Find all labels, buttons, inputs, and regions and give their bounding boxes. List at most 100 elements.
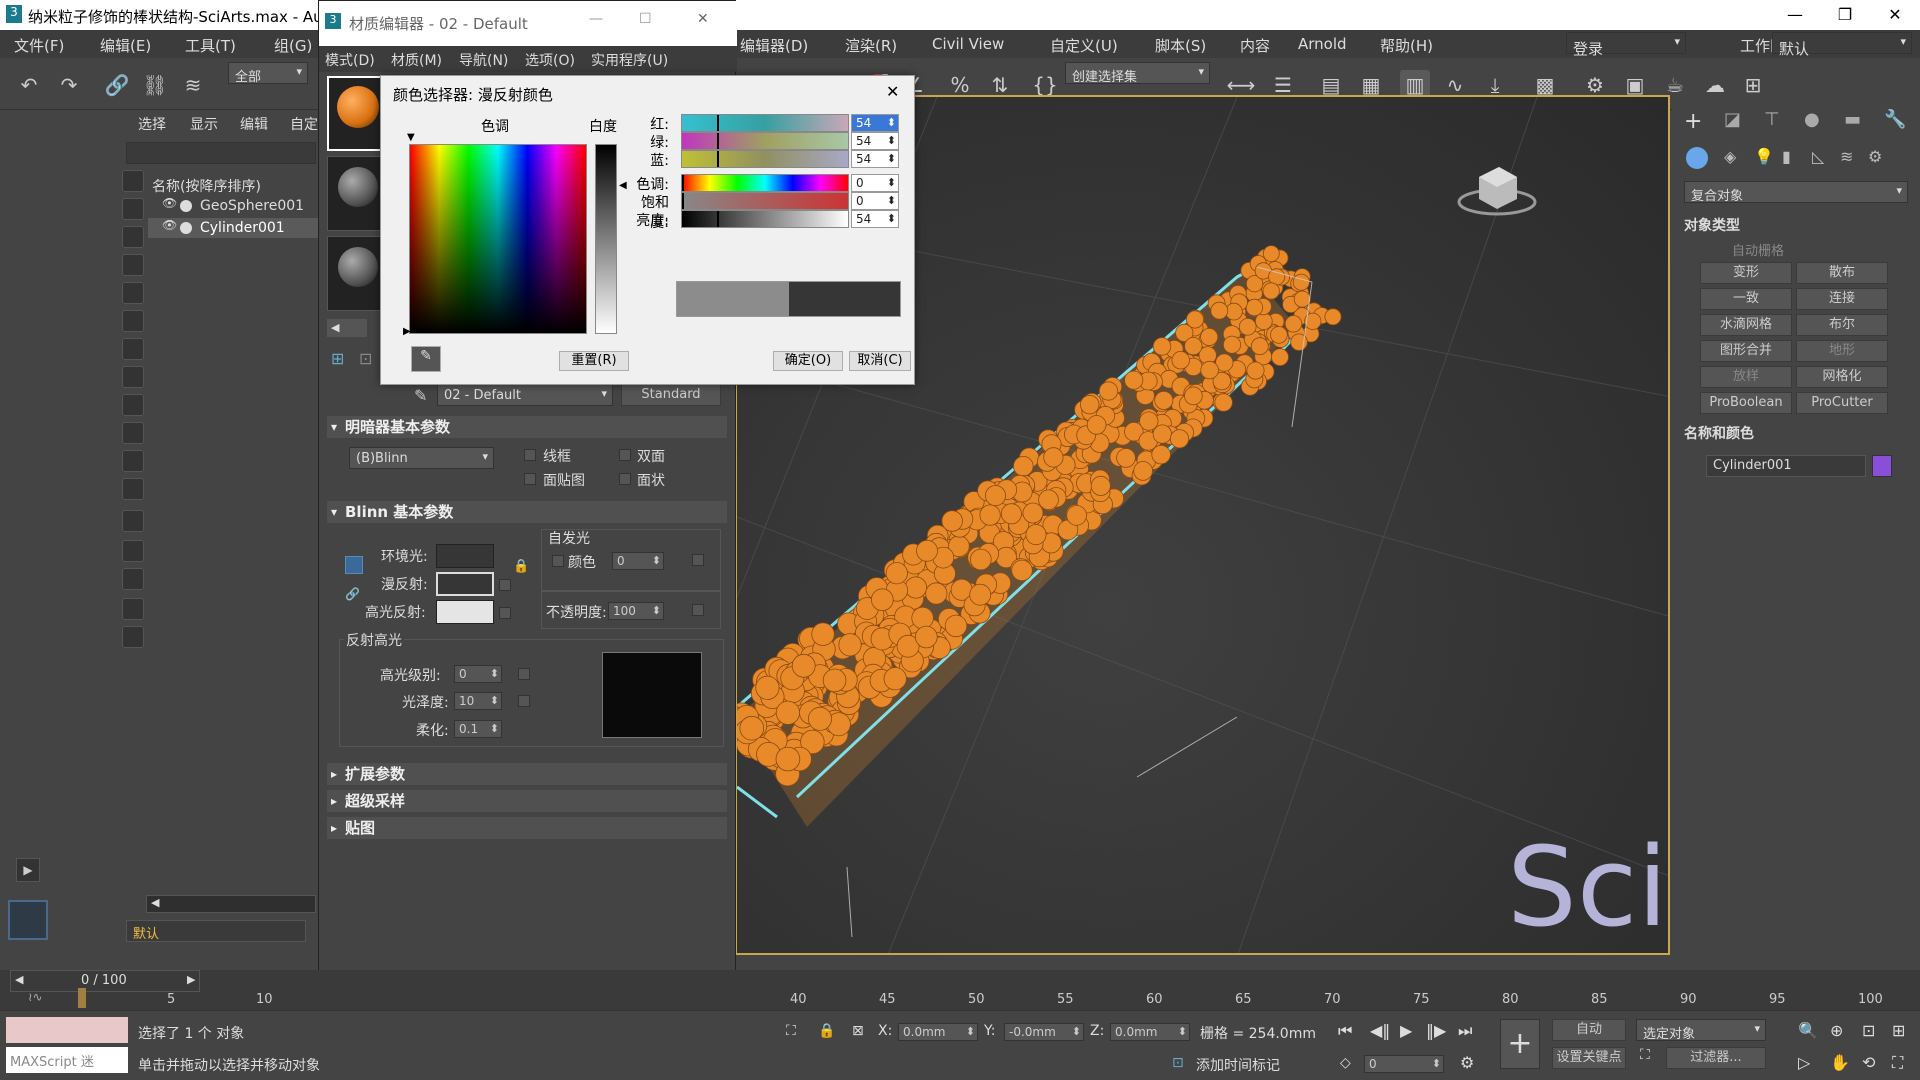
loft-button[interactable]: 放样 <box>1700 366 1792 388</box>
red-slider[interactable] <box>681 114 849 132</box>
menu-options[interactable]: 选项(O) <box>525 50 575 70</box>
spec-level-map-button[interactable] <box>518 668 530 680</box>
helpers-filter-icon[interactable] <box>122 282 144 304</box>
prev-key-icon[interactable]: ◀‖ <box>1370 1021 1390 1040</box>
redo-icon[interactable]: ↷ <box>54 70 84 100</box>
procutter-button[interactable]: ProCutter <box>1796 392 1888 414</box>
utilities-tab-icon[interactable]: 🔧 <box>1884 109 1906 130</box>
workspace-dropdown[interactable]: 默认 <box>1772 32 1912 58</box>
curve-editor-mini-icon[interactable]: ≀∿ <box>28 990 43 1004</box>
connect-button[interactable]: 连接 <box>1796 288 1888 310</box>
self-illum-color-checkbox[interactable] <box>552 555 564 567</box>
shapes-category-icon[interactable]: ◈ <box>1724 147 1736 166</box>
explorer-row-selected[interactable]: 👁 Cylinder001 <box>148 218 328 238</box>
scroll-left-icon[interactable]: ◀ <box>327 321 339 334</box>
undo-icon[interactable]: ↶ <box>14 70 44 100</box>
fov-icon[interactable]: ▷ <box>1798 1053 1810 1072</box>
put-to-scene-icon[interactable]: ⊡ <box>359 349 372 368</box>
boolean-button[interactable]: 布尔 <box>1796 314 1888 336</box>
auto-key-button[interactable]: 自动 <box>1552 1019 1626 1041</box>
minimize-icon[interactable]: — <box>589 11 603 27</box>
display-tab-icon[interactable]: ▬ <box>1844 109 1861 130</box>
login-dropdown[interactable]: 登录 <box>1566 32 1686 58</box>
time-config-icon[interactable]: ⚙ <box>1460 1053 1474 1072</box>
value-slider[interactable] <box>681 210 849 228</box>
containers-filter-icon[interactable] <box>122 422 144 444</box>
eyedropper-button[interactable]: ✎ <box>411 346 441 372</box>
name-color-section[interactable]: 名称和颜色 <box>1684 423 1754 443</box>
green-spinner[interactable]: 54 <box>851 132 899 150</box>
zoom-icon[interactable]: 🔍 <box>1798 1021 1818 1040</box>
extended-params-rollout[interactable]: 扩展参数 <box>327 763 727 785</box>
explorer-item-cylinder[interactable]: Cylinder001 <box>200 220 285 236</box>
shapes-filter-icon[interactable] <box>122 198 144 220</box>
next-frame-icon[interactable]: ▶ <box>187 973 195 986</box>
menu-utilities[interactable]: 实用程序(U) <box>591 50 668 70</box>
material-slot-2[interactable] <box>327 156 385 231</box>
zoom-extents-icon[interactable]: ⊡ <box>1862 1021 1875 1040</box>
shader-rollout[interactable]: 明暗器基本参数 <box>327 416 727 438</box>
self-illum-spinner[interactable]: 0 <box>612 552 664 570</box>
opacity-spinner[interactable]: 100 <box>608 602 664 620</box>
menu-civil-view[interactable]: Civil View <box>932 35 1004 53</box>
lock-ambient-diffuse-icon[interactable] <box>345 556 363 574</box>
get-material-icon[interactable]: ⊞ <box>331 349 344 368</box>
cameras-filter-icon[interactable] <box>122 254 144 276</box>
systems-category-icon[interactable]: ⚙ <box>1868 147 1882 166</box>
maximize-icon[interactable]: ❐ <box>1820 0 1870 30</box>
reset-button[interactable]: 重置(R) <box>559 351 629 371</box>
frozen-filter-icon[interactable] <box>122 450 144 472</box>
time-cursor[interactable] <box>78 988 86 1008</box>
y-coordinate[interactable]: -0.0mm <box>1004 1023 1084 1041</box>
supersampling-rollout[interactable]: 超级采样 <box>327 790 727 812</box>
orbit-icon[interactable]: ⟲ <box>1862 1053 1875 1072</box>
maximize-icon[interactable]: ☐ <box>639 11 652 27</box>
add-time-tag[interactable]: 添加时间标记 <box>1196 1055 1280 1075</box>
ambient-swatch[interactable] <box>436 544 494 568</box>
blobmesh-button[interactable]: 水滴网格 <box>1700 314 1792 336</box>
close-icon[interactable]: ✕ <box>697 11 709 27</box>
glossiness-map-button[interactable] <box>518 695 530 707</box>
all-filter-icon[interactable] <box>122 510 144 532</box>
close-icon[interactable]: ✕ <box>1870 0 1920 30</box>
geometry-filter-icon[interactable] <box>122 170 144 192</box>
tab-edit[interactable]: 编辑 <box>240 114 268 134</box>
object-category-dropdown[interactable]: 复合对象 <box>1684 181 1908 204</box>
bind-spacewarp-icon[interactable]: ≋ <box>178 70 208 100</box>
shader-dropdown[interactable]: (B)Blinn <box>349 447 494 469</box>
zoom-extents-all-icon[interactable]: ⊞ <box>1892 1021 1905 1040</box>
eyedropper-icon[interactable]: ✎ <box>414 386 427 405</box>
maximize-viewport-icon[interactable]: ⛶ <box>1892 1053 1903 1073</box>
isolate-icon[interactable]: ⛶ <box>786 1023 796 1039</box>
timeline[interactable]: ◀ 0 / 100 ▶ ≀∿ 5 10 40 45 50 55 60 65 70 75 80 85 90… <box>0 970 1920 1010</box>
cameras-category-icon[interactable]: ▮ <box>1782 147 1791 166</box>
wire-checkbox[interactable] <box>524 449 536 461</box>
set-key-icon[interactable]: + <box>1500 1019 1540 1069</box>
explorer-row[interactable]: 👁 GeoSphere001 <box>148 196 328 216</box>
x-coordinate[interactable]: 0.0mm <box>898 1023 978 1041</box>
object-name-input[interactable]: Cylinder001 <box>1706 455 1866 477</box>
close-icon[interactable]: ✕ <box>886 82 899 101</box>
blue-slider-marker[interactable] <box>717 151 720 167</box>
menu-navigation[interactable]: 导航(N) <box>459 50 508 70</box>
key-selection-dropdown[interactable]: 选定对象 <box>1636 1019 1766 1042</box>
menu-tools[interactable]: 工具(T) <box>185 35 236 56</box>
blinn-rollout[interactable]: Blinn 基本参数 <box>327 501 727 523</box>
selection-lock-icon[interactable]: 🔒 <box>818 1023 835 1039</box>
lights-category-icon[interactable]: 💡 <box>1754 147 1774 166</box>
scatter-button[interactable]: 散布 <box>1796 262 1888 284</box>
eye-icon[interactable]: 👁 <box>162 196 177 210</box>
red-spinner[interactable]: 54 <box>851 114 899 132</box>
proboolean-button[interactable]: ProBoolean <box>1700 392 1792 414</box>
green-slider-marker[interactable] <box>717 133 720 149</box>
specular-swatch[interactable] <box>436 600 494 624</box>
maps-rollout[interactable]: 贴图 <box>327 817 727 839</box>
bones-filter-icon[interactable] <box>122 394 144 416</box>
blue-spinner[interactable]: 54 <box>851 150 899 168</box>
saturation-spinner[interactable]: 0 <box>851 192 899 210</box>
self-illum-map-button[interactable] <box>692 554 704 566</box>
soften-spinner[interactable]: 0.1 <box>454 720 502 738</box>
explorer-header[interactable]: 名称(按降序排序) <box>152 176 261 196</box>
lights-filter-icon[interactable] <box>122 226 144 248</box>
minimize-icon[interactable]: — <box>1770 0 1820 30</box>
